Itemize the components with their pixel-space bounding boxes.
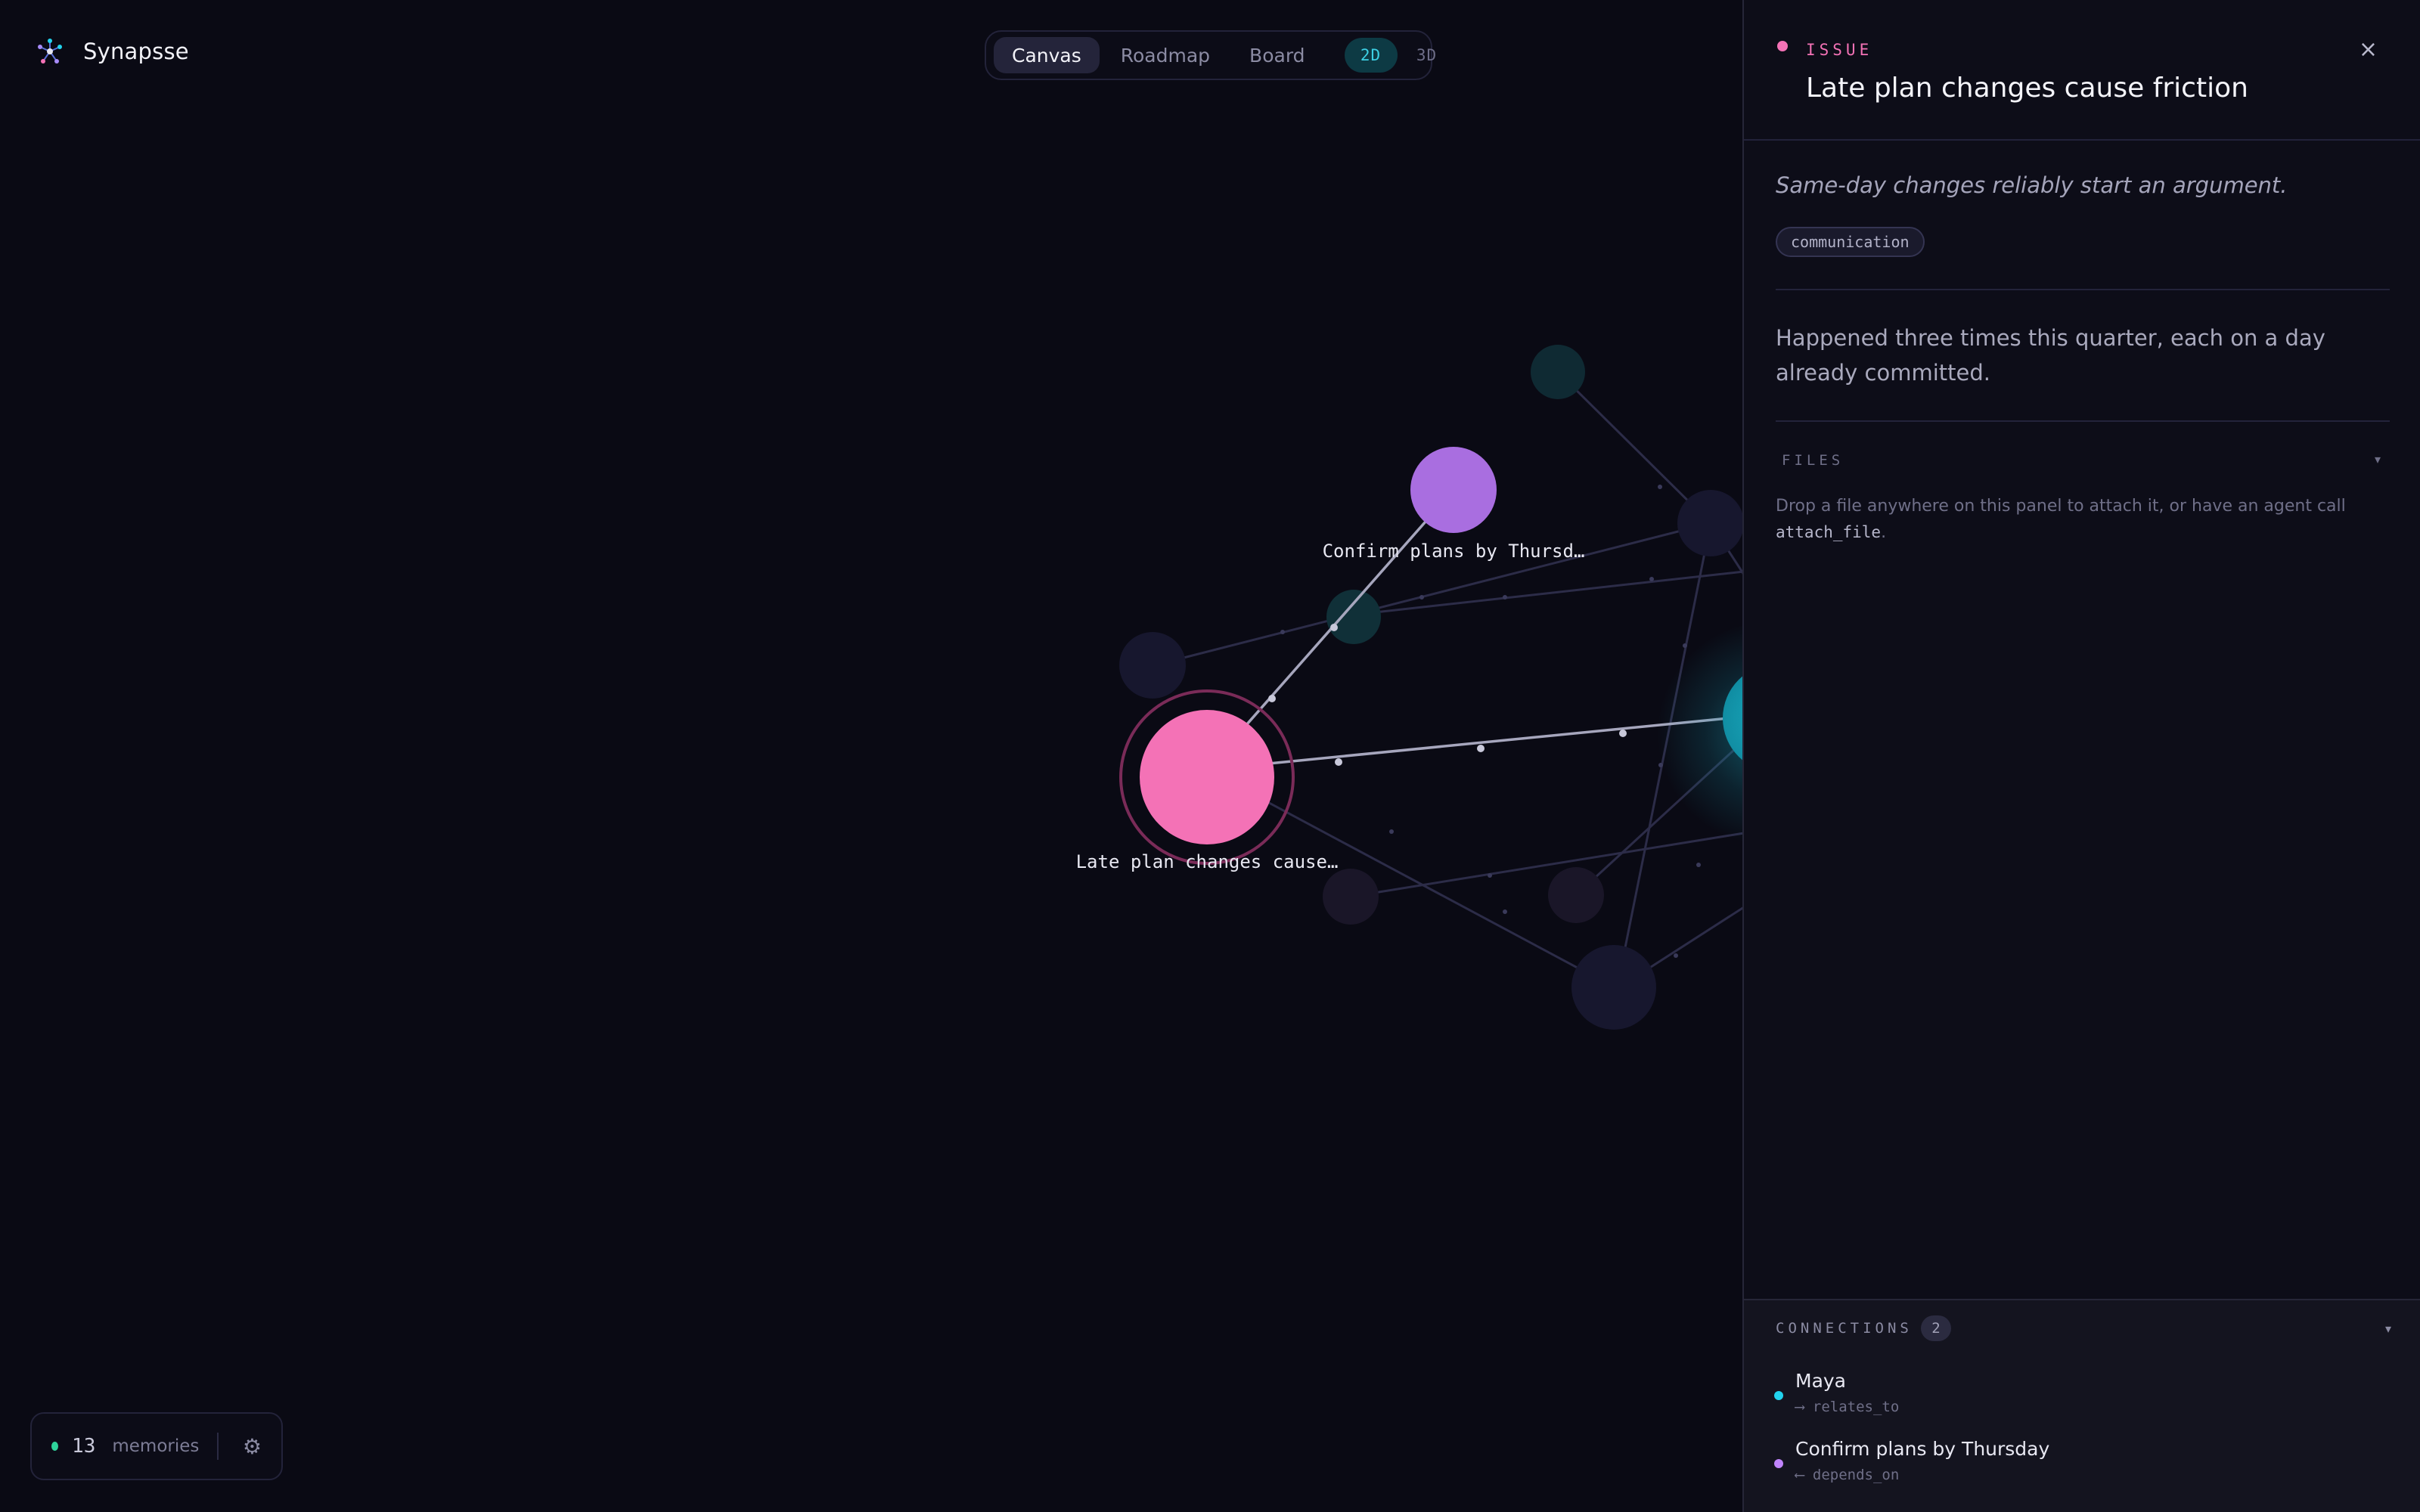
brand[interactable]: Synapsse — [36, 33, 189, 70]
graph-node-label: Late plan changes cause… — [1076, 851, 1339, 872]
toggle-2d[interactable]: 2D — [1344, 38, 1398, 73]
graph-node-dim[interactable] — [1548, 867, 1604, 923]
connection-relation: ⟶ relates_to — [1795, 1399, 1900, 1415]
divider — [1776, 420, 2390, 422]
gear-icon[interactable]: ⚙ — [243, 1434, 262, 1459]
status-dot-icon — [51, 1442, 59, 1451]
connection-dot-icon — [1774, 1459, 1783, 1468]
connection-name: Maya — [1795, 1370, 1847, 1392]
connections-section: CONNECTIONS 2 ▾ Maya ⟶ relates_to Confir… — [1744, 1299, 2420, 1512]
files-hint-text: Drop a file anywhere on this panel to at… — [1776, 497, 2346, 516]
graph-node-confirm-plans[interactable] — [1410, 447, 1497, 533]
tab-canvas[interactable]: Canvas — [994, 37, 1100, 73]
graph-node-dim[interactable] — [1677, 490, 1744, 556]
graph-node-dim[interactable] — [1119, 632, 1186, 699]
close-icon[interactable]: × — [2359, 36, 2378, 63]
node-body[interactable]: Happened three times this quarter, each … — [1776, 321, 2396, 390]
view-switcher: Canvas Roadmap Board 2D 3D — [985, 30, 1436, 80]
connections-heading[interactable]: CONNECTIONS — [1776, 1320, 1913, 1337]
node-type-label: ISSUE — [1806, 41, 1873, 59]
toggle-3d[interactable]: 3D — [1401, 38, 1454, 73]
synapse-logo-icon — [38, 39, 62, 64]
graph-node-dim[interactable] — [1571, 945, 1656, 1030]
chevron-down-icon[interactable]: ▾ — [2375, 452, 2381, 466]
graph-node-dim[interactable] — [1531, 345, 1585, 399]
tag-chip[interactable]: communication — [1776, 227, 1925, 257]
graph-node-late-plan-changes[interactable] — [1140, 710, 1274, 844]
files-dropzone-hint[interactable]: Drop a file anywhere on this panel to at… — [1776, 493, 2396, 546]
files-hint-end: . — [1881, 523, 1887, 542]
connection-item-confirm-plans[interactable]: Confirm plans by Thursday ⟵ depends_on — [1774, 1438, 2379, 1488]
memory-count: 13 — [72, 1435, 96, 1458]
detail-panel[interactable]: ISSUE Late plan changes cause friction ×… — [1742, 0, 2420, 1512]
active-edge-markers — [1268, 624, 1627, 766]
connections-count-badge: 2 — [1921, 1315, 1951, 1341]
files-heading[interactable]: FILES — [1782, 452, 1844, 469]
connection-relation: ⟵ depends_on — [1795, 1467, 1900, 1483]
memory-status: 13 memories ⚙ — [30, 1412, 283, 1480]
files-hint-code: attach_file — [1776, 523, 1882, 541]
app-name: Synapsse — [83, 39, 189, 64]
connection-dot-icon — [1774, 1391, 1783, 1400]
chevron-down-icon[interactable]: ▾ — [2385, 1321, 2391, 1336]
memory-count-label: memories — [112, 1436, 200, 1456]
divider — [1776, 289, 2390, 290]
status-divider — [217, 1433, 219, 1460]
tab-roadmap[interactable]: Roadmap — [1103, 37, 1228, 73]
panel-title: Late plan changes cause friction — [1806, 73, 2248, 104]
background-nodes[interactable] — [1119, 345, 1744, 1030]
connection-name: Confirm plans by Thursday — [1795, 1438, 2050, 1460]
graph-node-label: Confirm plans by Thursd… — [1323, 541, 1585, 562]
node-summary[interactable]: Same-day changes reliably start an argum… — [1776, 172, 2288, 198]
tab-board[interactable]: Board — [1231, 37, 1323, 73]
graph-node-dim[interactable] — [1326, 590, 1381, 644]
panel-header: ISSUE Late plan changes cause friction × — [1744, 0, 2420, 141]
type-dot-icon — [1777, 41, 1788, 51]
connection-item-maya[interactable]: Maya ⟶ relates_to — [1774, 1370, 2379, 1420]
graph-node-dim[interactable] — [1323, 869, 1379, 925]
